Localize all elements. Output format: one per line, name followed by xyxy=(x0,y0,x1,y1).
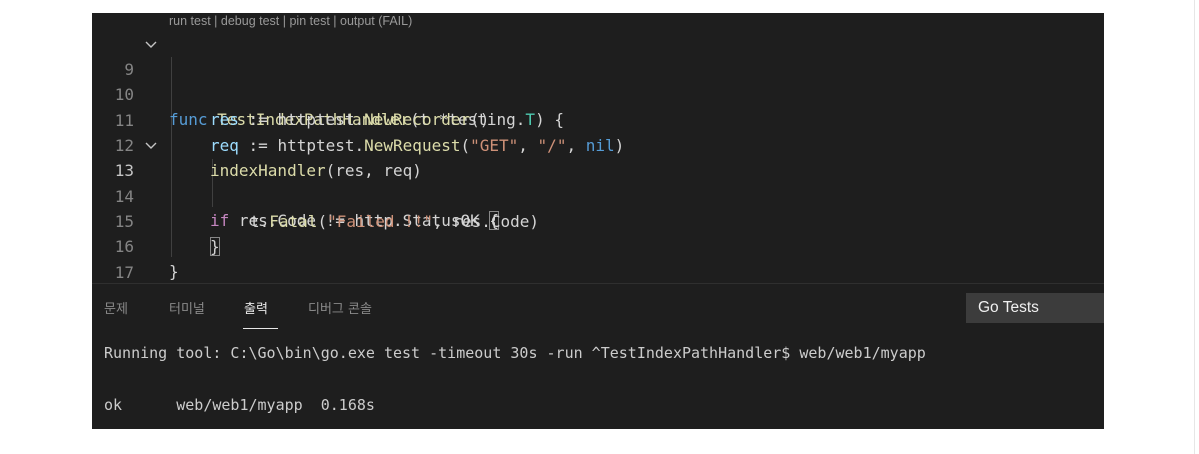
code-line: 9 func TestIndexPathHandler(t *testing.T… xyxy=(92,32,1104,129)
codelens: run test | debug test | pin test | outpu… xyxy=(169,13,412,31)
chevron-down-icon[interactable] xyxy=(144,139,158,153)
code-line: 17 xyxy=(92,235,1104,282)
output-line: Running tool: C:\Go\bin\go.exe test -tim… xyxy=(104,344,926,362)
codelens-sep: | xyxy=(279,14,290,28)
code-line: 16 } xyxy=(92,209,1104,281)
codelens-sep: | xyxy=(329,14,340,28)
code-line: 13 if res.Code != http.StatusOK { xyxy=(92,133,1104,230)
page-divider xyxy=(1194,0,1195,454)
output-channel-select[interactable]: Go Tests xyxy=(966,293,1104,323)
tab-problems[interactable]: 문제 xyxy=(104,298,128,317)
debug-test-link[interactable]: debug test xyxy=(221,14,279,28)
pin-test-link[interactable]: pin test xyxy=(289,14,329,28)
code-line: 11 req := httptest.NewRequest("GET", "/"… xyxy=(92,83,1104,155)
code-editor[interactable]: run test | debug test | pin test | outpu… xyxy=(92,13,1104,283)
run-test-link[interactable]: run test xyxy=(169,14,211,28)
code-line: 10 res := httptest.NewRecorder() xyxy=(92,57,1104,129)
output-line: ok web/web1/myapp 0.168s xyxy=(104,396,375,414)
codelens-sep: | xyxy=(210,14,221,28)
code-token: } xyxy=(169,262,179,281)
tab-terminal[interactable]: 터미널 xyxy=(169,298,205,317)
active-tab-indicator xyxy=(243,328,278,329)
output-link[interactable]: output (FAIL) xyxy=(340,14,412,28)
line-number: 17 xyxy=(114,263,134,282)
chevron-down-icon[interactable] xyxy=(144,38,158,52)
tab-output[interactable]: 출력 xyxy=(244,298,268,317)
bottom-panel: 문제 터미널 출력 디버그 콘솔 Go Tests Running tool: … xyxy=(92,283,1104,429)
code-line: 14 t.Fatal("Failed !!", res.Code) xyxy=(92,159,1104,231)
editor-window: run test | debug test | pin test | outpu… xyxy=(92,13,1104,429)
code-line: 15 } xyxy=(92,184,1104,256)
tab-debug-console[interactable]: 디버그 콘솔 xyxy=(308,298,372,317)
code-line: 12 indexHandler(res, req) xyxy=(92,108,1104,180)
